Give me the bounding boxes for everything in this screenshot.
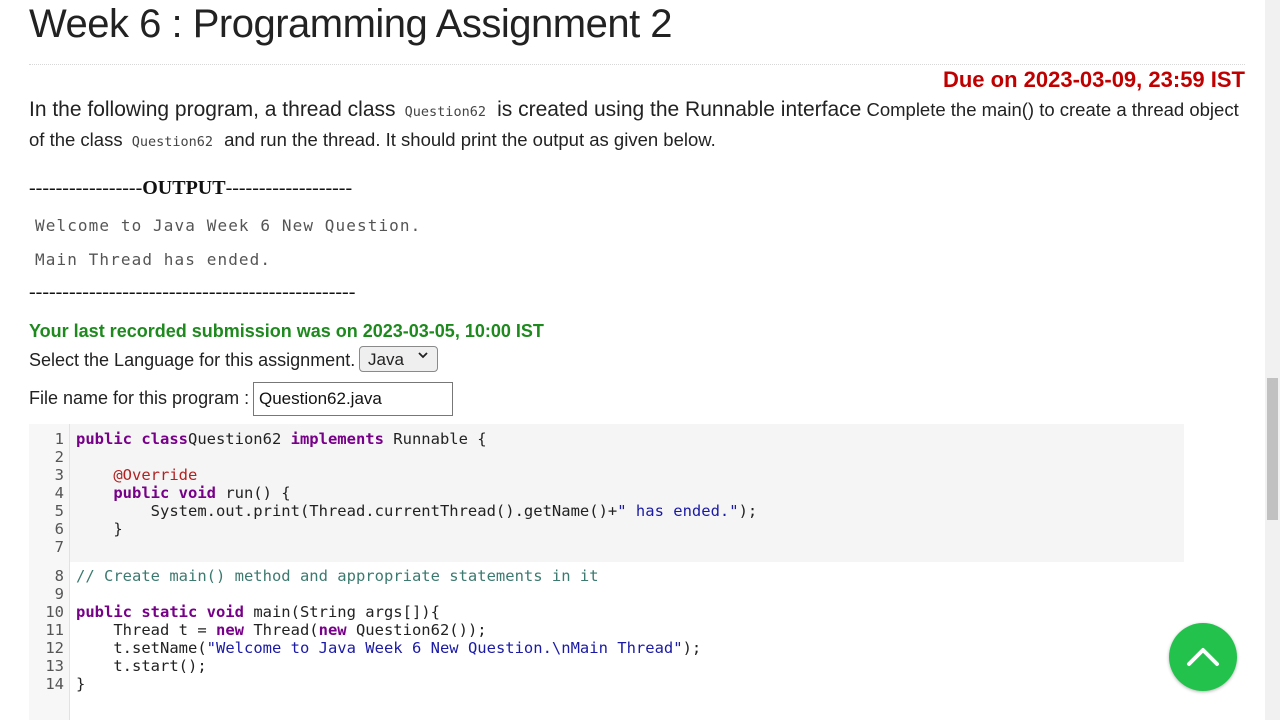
description-part-4: and run the thread. It should print the … xyxy=(224,129,716,150)
scroll-to-top-button[interactable] xyxy=(1169,623,1237,691)
language-label: Select the Language for this assignment. xyxy=(29,350,356,370)
code-line[interactable]: 9 xyxy=(29,585,1184,603)
line-number: 1 xyxy=(54,430,64,448)
line-number: 13 xyxy=(45,657,64,675)
code-text: } xyxy=(76,675,86,693)
language-selected-value: Java xyxy=(368,350,404,369)
line-number: 2 xyxy=(54,448,64,466)
output-header: -----------------OUTPUT-----------------… xyxy=(29,177,353,199)
page-title: Week 6 : Programming Assignment 2 xyxy=(29,2,673,46)
line-number: 10 xyxy=(45,603,64,621)
code-line[interactable]: 2 xyxy=(29,448,1184,466)
line-number: 3 xyxy=(54,466,64,484)
code-text: public static void main(String args[]){ xyxy=(76,603,440,621)
code-line[interactable]: 12 t.setName("Welcome to Java Week 6 New… xyxy=(29,639,1184,657)
code-text: t.setName("Welcome to Java Week 6 New Qu… xyxy=(76,639,702,657)
code-text: t.start(); xyxy=(76,657,207,675)
class-name-code: Question62 xyxy=(131,134,213,150)
code-line[interactable]: 13 t.start(); xyxy=(29,657,1184,675)
code-line[interactable]: 1 public classQuestion62 implements Runna… xyxy=(29,430,1184,448)
line-number: 7 xyxy=(54,538,64,556)
page-scrollbar[interactable] xyxy=(1265,0,1280,720)
line-number: 14 xyxy=(45,675,64,693)
line-number: 6 xyxy=(54,520,64,538)
scrollbar-thumb[interactable] xyxy=(1267,378,1278,520)
code-line[interactable]: 7 xyxy=(29,538,1184,556)
code-text: public classQuestion62 implements Runnab… xyxy=(76,430,487,448)
output-line: Main Thread has ended. xyxy=(35,250,272,269)
chevron-down-icon xyxy=(417,349,429,364)
line-number: 4 xyxy=(54,484,64,502)
code-line[interactable]: 5 System.out.print(Thread.currentThread(… xyxy=(29,502,1184,520)
code-line[interactable]: 8 // Create main() method and appropriate… xyxy=(29,567,1184,585)
last-submission-notice: Your last recorded submission was on 202… xyxy=(29,321,544,341)
class-name-code: Question62 xyxy=(404,104,486,120)
code-line[interactable]: 14} xyxy=(29,675,1184,693)
code-line[interactable]: 11 Thread t = new Thread(new Question62(… xyxy=(29,621,1184,639)
output-line: Welcome to Java Week 6 New Question. xyxy=(35,216,422,235)
description-part-2: is created using the Runnable interface xyxy=(497,98,862,121)
filename-label: File name for this program : xyxy=(29,388,250,408)
code-line[interactable]: 6 } xyxy=(29,520,1184,538)
code-text: System.out.print(Thread.currentThread().… xyxy=(76,502,758,520)
line-number: 12 xyxy=(45,639,64,657)
code-line[interactable]: 4 public void run() { xyxy=(29,484,1184,502)
line-number: 9 xyxy=(54,585,64,603)
code-text: public void run() { xyxy=(113,484,291,502)
line-number: 5 xyxy=(54,502,64,520)
title-divider xyxy=(29,64,1245,65)
code-text: } xyxy=(76,520,123,538)
code-editor[interactable]: 1 public classQuestion62 implements Runna… xyxy=(29,424,1184,720)
code-text: Thread t = new Thread(new Question62()); xyxy=(76,621,487,639)
code-text: // Create main() method and appropriate … xyxy=(76,567,599,585)
output-footer: ----------------------------------------… xyxy=(29,281,356,303)
filename-input[interactable] xyxy=(253,382,453,416)
code-text: @Override xyxy=(113,466,198,484)
output-heading-word: OUTPUT xyxy=(142,177,226,199)
line-number: 8 xyxy=(54,567,64,585)
code-line[interactable]: 3 @Override xyxy=(29,466,1184,484)
language-select[interactable]: Java xyxy=(359,346,438,372)
chevron-up-icon xyxy=(1187,648,1219,666)
problem-description: In the following program, a thread class… xyxy=(29,96,1245,156)
description-part-1: In the following program, a thread class xyxy=(29,98,396,121)
line-number: 11 xyxy=(45,621,64,639)
code-line[interactable]: 10 public static void main(String args[])… xyxy=(29,603,1184,621)
due-date: Due on 2023-03-09, 23:59 IST xyxy=(942,67,1245,92)
